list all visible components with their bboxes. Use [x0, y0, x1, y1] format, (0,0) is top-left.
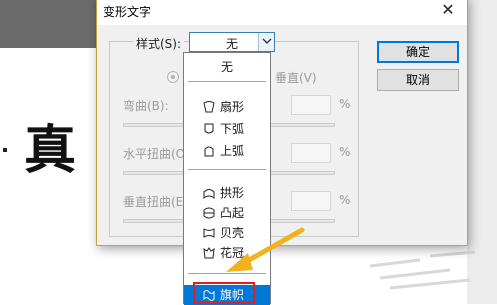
horizontal-distort-input[interactable]	[291, 143, 331, 163]
dropdown-item-arch[interactable]: 拱形	[184, 183, 270, 203]
annotation-arrow-icon	[226, 227, 305, 272]
close-icon[interactable]: ✕	[435, 0, 461, 21]
selection-highlight-box	[193, 282, 255, 304]
dropdown-item-arc-lower[interactable]: 下弧	[184, 119, 270, 139]
cancel-button[interactable]: 取消	[377, 69, 459, 91]
canvas-transform-handle[interactable]	[3, 148, 7, 152]
dialog-title: 变形文字	[103, 5, 152, 19]
dropdown-separator	[188, 81, 266, 82]
vertical-radio-label[interactable]: 垂直(V)	[275, 69, 317, 86]
dropdown-item-label: 扇形	[220, 100, 245, 114]
dropdown-item-arc-upper[interactable]: 上弧	[184, 141, 270, 161]
arc-upper-icon	[204, 146, 214, 157]
bend-label: 弯曲(B):	[123, 99, 169, 113]
dropdown-item-label: 凸起	[220, 206, 245, 220]
dropdown-item-label: 拱形	[220, 186, 245, 200]
bulge-icon	[203, 207, 215, 219]
arc-lower-icon	[204, 123, 214, 134]
horizontal-distort-percent: %	[339, 145, 351, 159]
dropdown-item-label: 上弧	[220, 144, 245, 158]
vertical-distort-input[interactable]	[291, 191, 331, 211]
dropdown-item-none[interactable]: 无	[184, 57, 270, 77]
workspace-background	[0, 0, 98, 48]
dialog-titlebar[interactable]: 变形文字 ✕	[97, 0, 467, 25]
bend-input[interactable]	[291, 95, 331, 115]
warp-text-dialog: 变形文字 ✕ 样式(S): 无 垂直(V) 弯曲(B): % 水平扭曲(O): …	[96, 0, 468, 246]
vertical-distort-label: 垂直扭曲(E):	[123, 195, 192, 209]
arch-icon	[203, 189, 215, 200]
shell-icon	[203, 228, 215, 238]
bend-percent: %	[339, 97, 351, 111]
style-label: 样式(S):	[133, 35, 185, 52]
canvas-brush-strokes	[369, 250, 476, 290]
canvas-text: 真	[24, 121, 79, 181]
dropdown-separator	[188, 169, 266, 170]
style-select[interactable]: 无	[189, 32, 275, 52]
flower-icon	[203, 247, 215, 259]
dropdown-item-arc[interactable]: 扇形	[184, 97, 270, 117]
vertical-distort-percent: %	[339, 193, 351, 207]
arc-icon	[203, 101, 215, 113]
dropdown-item-bulge[interactable]: 凸起	[184, 203, 270, 223]
chevron-down-icon[interactable]	[258, 33, 274, 51]
horizontal-radio[interactable]	[167, 71, 179, 83]
style-select-value: 无	[225, 37, 238, 51]
ok-button[interactable]: 确定	[377, 41, 459, 63]
dropdown-item-label: 下弧	[220, 122, 245, 136]
